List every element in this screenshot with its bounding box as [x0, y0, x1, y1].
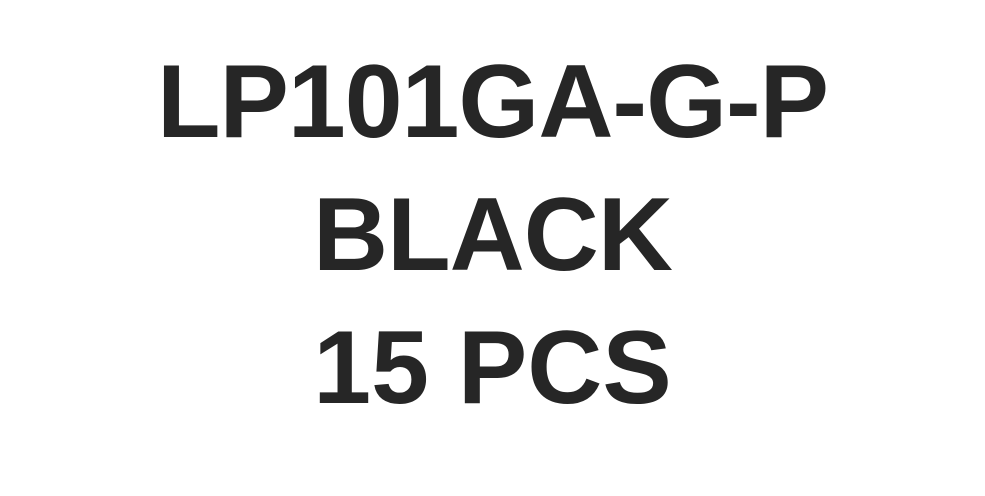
color-name: BLACK: [313, 177, 673, 293]
model-number: LP101GA-G-P: [157, 44, 829, 160]
quantity: 15 PCS: [313, 310, 672, 426]
product-label: LP101GA-G-P BLACK 15 PCS: [0, 0, 985, 496]
